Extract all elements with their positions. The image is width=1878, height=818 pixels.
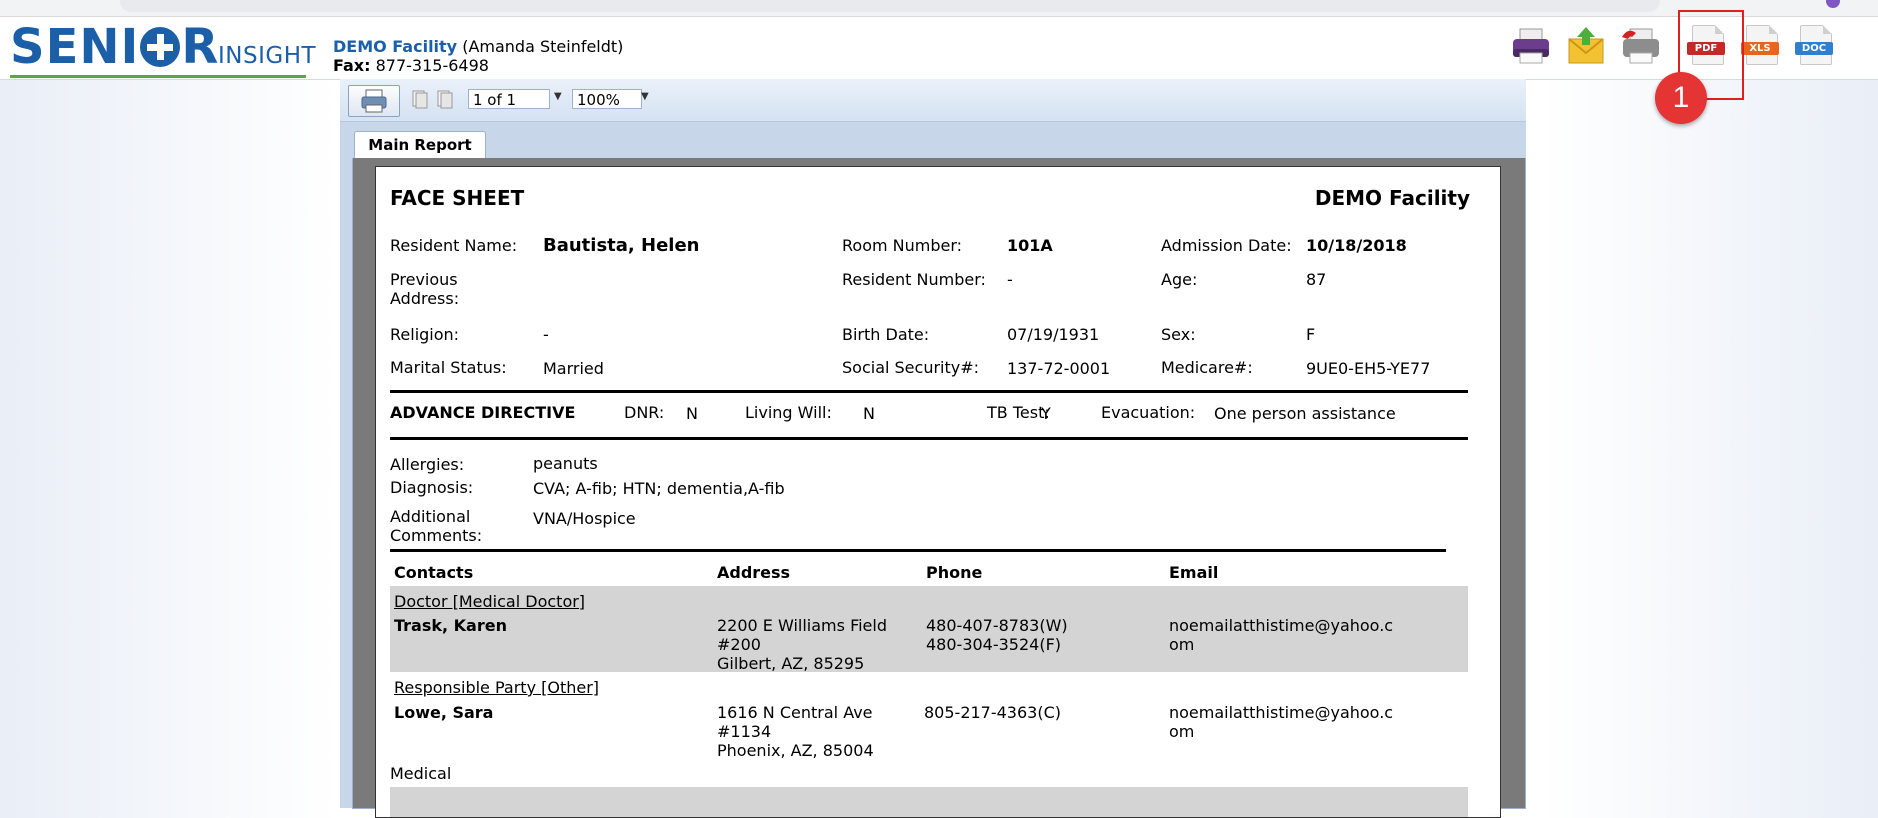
comments-label: Additional Comments: (390, 507, 483, 545)
browser-toolbar-strip (0, 0, 1878, 17)
contact-row-highlight (390, 787, 1468, 817)
comments: VNA/Hospice (533, 509, 636, 528)
room-number: 101A (1007, 236, 1053, 255)
tb-test-value: Y (1041, 404, 1051, 423)
logo-underline (10, 75, 306, 78)
fax-value: 877-315-6498 (375, 56, 489, 75)
email-icon[interactable] (1565, 25, 1607, 67)
doc-icon[interactable]: DOC (1794, 25, 1836, 67)
phone-header: Phone (926, 563, 983, 582)
resident-number-label: Resident Number: (842, 270, 986, 289)
marital-status-label: Marital Status: (390, 358, 507, 377)
diagnosis: CVA; A-fib; HTN; dementia,A-fib (533, 479, 785, 498)
first-page-icon[interactable] (410, 89, 430, 109)
contact-role[interactable]: Responsible Party [Other] (394, 678, 599, 697)
living-will-value: N (863, 404, 875, 423)
report-frame: FACE SHEET DEMO Facility Resident Name: … (352, 158, 1526, 818)
report-title: FACE SHEET (390, 186, 525, 210)
report-facility: DEMO Facility (1314, 186, 1470, 210)
advance-directive-title: ADVANCE DIRECTIVE (390, 403, 576, 422)
address-bar[interactable] (120, 0, 1660, 12)
resident-name: Bautista, Helen (543, 235, 700, 256)
birth-date: 07/19/1931 (1007, 325, 1100, 344)
birth-date-label: Birth Date: (842, 325, 930, 344)
profile-avatar-icon[interactable] (1826, 0, 1840, 8)
logo-subtitle: INSIGHT (218, 43, 317, 69)
zoom-dropdown-icon[interactable]: ▼ (641, 91, 649, 102)
previous-address-label: Previous Address: (390, 270, 460, 308)
page-number-field[interactable]: 1 of 1 (468, 89, 550, 109)
contact-email: noemailatthistime@yahoo.c om (1169, 616, 1394, 654)
contact-name: Lowe, Sara (394, 703, 494, 722)
logo-cross-icon (140, 27, 181, 67)
contact-address: 2200 E Williams Field #200 Gilbert, AZ, 85… (717, 616, 887, 673)
evacuation-value: One person assistance (1214, 404, 1396, 423)
report-viewer: 1 of 1 ▼ 100% ▼ Main Report FACE SHEET D… (340, 79, 1526, 818)
divider (390, 437, 1468, 440)
medicare-label: Medicare#: (1161, 358, 1253, 377)
fax-label: Fax: (333, 56, 371, 75)
evacuation-label: Evacuation: (1101, 403, 1196, 422)
ssn-label: Social Security#: (842, 358, 980, 377)
ssn: 137-72-0001 (1007, 359, 1111, 378)
xls-icon[interactable]: XLS (1740, 25, 1782, 67)
app-header: SENI R INSIGHT DEMO Facility (Amanda Stei… (0, 17, 1878, 80)
dnr-label: DNR: (624, 403, 665, 422)
medicare: 9UE0-EH5-YE77 (1306, 359, 1431, 378)
senior-insight-logo[interactable]: SENI R INSIGHT (10, 21, 316, 81)
address-header: Address (717, 563, 791, 582)
allergies: peanuts (533, 454, 598, 473)
religion: - (543, 325, 549, 344)
facility-info: DEMO Facility (Amanda Steinfeldt) Fax: 8… (333, 37, 623, 75)
print-icon[interactable] (1510, 25, 1552, 67)
sex: F (1306, 325, 1316, 344)
report-tabs: Main Report (340, 122, 1526, 159)
admission-date-label: Admission Date: (1161, 236, 1292, 255)
contacts-header: Contacts (394, 563, 474, 582)
facility-name[interactable]: DEMO Facility (333, 37, 457, 56)
resident-name-label: Resident Name: (390, 236, 518, 255)
age: 87 (1306, 270, 1327, 289)
section-medical: Medical (390, 764, 452, 783)
viewer-print-button[interactable] (348, 85, 400, 117)
contact-email: noemailatthistime@yahoo.c om (1169, 703, 1394, 741)
contact-name: Trask, Karen (394, 616, 507, 635)
resident-number: - (1007, 270, 1013, 289)
marital-status: Married (543, 359, 604, 378)
living-will-label: Living Will: (745, 403, 832, 422)
tab-main-report[interactable]: Main Report (354, 131, 486, 159)
divider (390, 390, 1468, 393)
viewer-toolbar: 1 of 1 ▼ 100% ▼ (340, 79, 1526, 122)
contact-role[interactable]: Doctor [Medical Doctor] (394, 592, 585, 611)
email-header: Email (1169, 563, 1219, 582)
step-marker: 1 (1655, 72, 1707, 124)
sex-label: Sex: (1161, 325, 1196, 344)
prev-page-icon[interactable] (435, 89, 455, 109)
zoom-field[interactable]: 100% (572, 89, 642, 109)
contact-phone: 480-407-8783(W) 480-304-3524(F) (926, 616, 1068, 654)
allergies-label: Allergies: (390, 455, 465, 474)
divider (390, 549, 1446, 552)
diagnosis-label: Diagnosis: (390, 478, 474, 497)
dnr-value: N (686, 404, 698, 423)
age-label: Age: (1161, 270, 1198, 289)
room-number-label: Room Number: (842, 236, 963, 255)
contact-phone: 805-217-4363(C) (924, 703, 1061, 722)
fax-print-icon[interactable] (1620, 25, 1662, 67)
religion-label: Religion: (390, 325, 460, 344)
face-sheet-page: FACE SHEET DEMO Facility Resident Name: … (375, 166, 1501, 818)
facility-user: (Amanda Steinfeldt) (462, 37, 624, 56)
contact-address: 1616 N Central Ave #1134 Phoenix, AZ, 8500… (717, 703, 874, 760)
page-dropdown-icon[interactable]: ▼ (554, 91, 562, 102)
admission-date: 10/18/2018 (1306, 236, 1407, 255)
